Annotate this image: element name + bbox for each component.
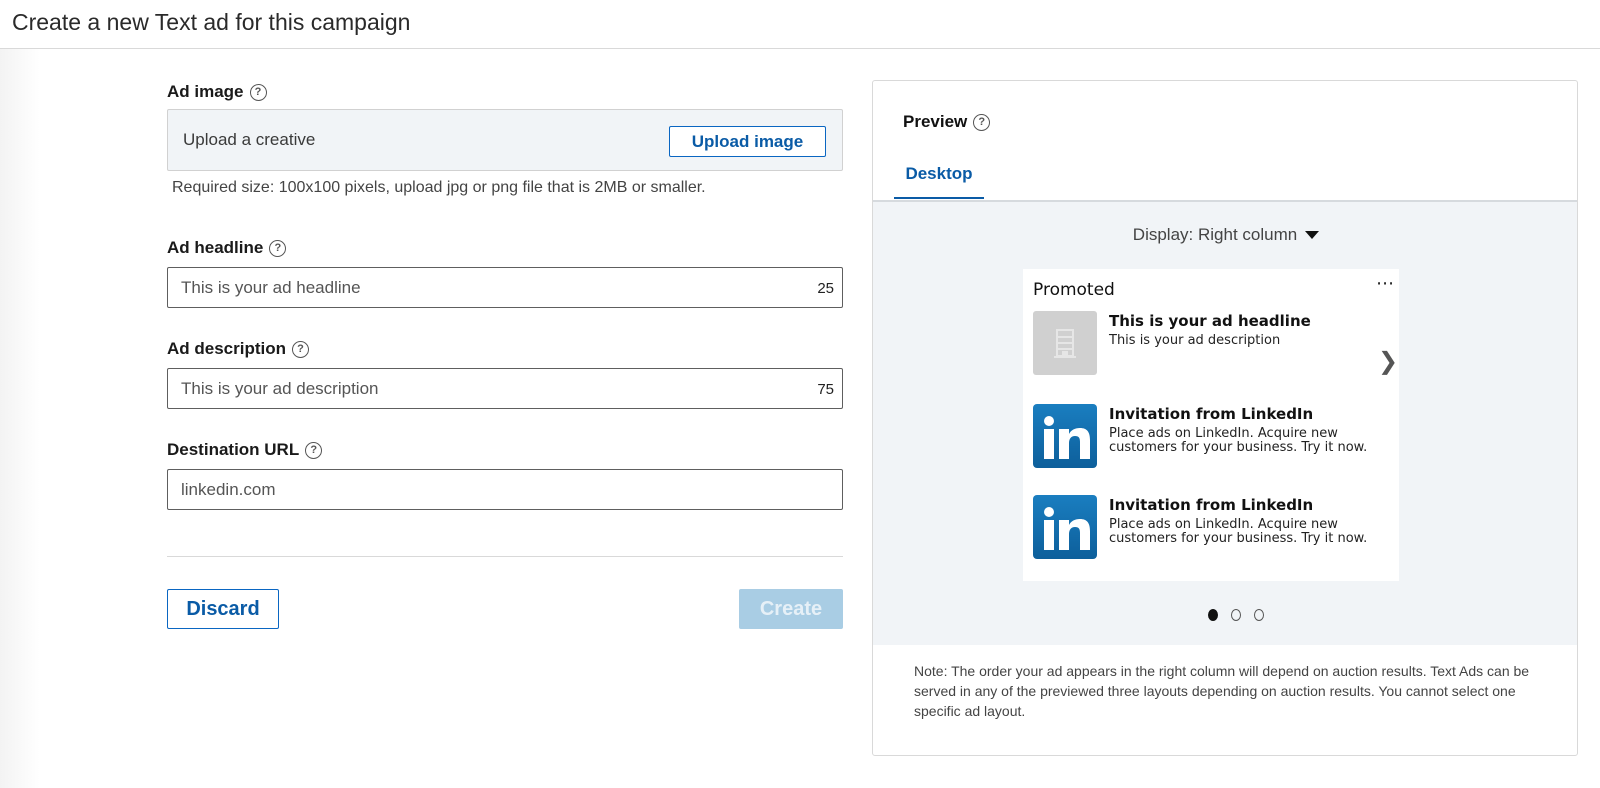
help-icon[interactable]: ? (249, 83, 267, 101)
chevron-right-icon[interactable]: ❯ (1378, 347, 1398, 375)
ad-description-placeholder: This is your ad description (181, 379, 379, 398)
left-gutter (0, 49, 40, 788)
create-button[interactable]: Create (739, 589, 843, 629)
ad-headline-char-count: 25 (817, 280, 834, 297)
destination-url-value: linkedin.com (181, 480, 276, 499)
pagination-dot-2[interactable] (1231, 609, 1241, 621)
ad-image-upload-box: Upload a creative Upload image (167, 109, 843, 171)
ad-description-group: Ad description ? This is your ad descrip… (167, 337, 843, 409)
building-placeholder-icon (1033, 311, 1097, 375)
ad-form: Ad image ? Upload a creative Upload imag… (167, 80, 843, 510)
ad-headline-label: Ad headline (167, 238, 264, 257)
ad-description-char-count: 75 (817, 381, 834, 398)
ad-description-input[interactable]: This is your ad description 75 (167, 368, 843, 409)
ad-headline-placeholder: This is your ad headline (181, 278, 361, 297)
ad-image-label-row: Ad image ? (167, 80, 843, 104)
ad-preview-item[interactable]: Invitation from LinkedIn Place ads on Li… (1033, 404, 1373, 468)
display-select[interactable]: Display: Right column (873, 225, 1577, 245)
ad-headline-group: Ad headline ? This is your ad headline 2… (167, 236, 843, 308)
ad-preview-card: Promoted ⋯ ❯ This is your ad headline Th… (1023, 269, 1399, 581)
caret-down-icon (1305, 231, 1320, 239)
ad-headline: Invitation from LinkedIn (1109, 496, 1314, 514)
ad-headline-label-row: Ad headline ? (167, 236, 843, 260)
tab-desktop[interactable]: Desktop (894, 161, 984, 199)
destination-url-input[interactable]: linkedin.com (167, 469, 843, 510)
auction-note: Note: The order your ad appears in the r… (914, 663, 1530, 719)
ad-text: Invitation from LinkedIn Place ads on Li… (1109, 404, 1375, 455)
ad-description: Place ads on LinkedIn. Acquire new custo… (1109, 517, 1368, 546)
display-select-value: Display: Right column (1132, 225, 1298, 244)
form-divider (167, 556, 843, 557)
layout-pagination (883, 609, 1577, 621)
discard-button[interactable]: Discard (167, 589, 279, 629)
ad-text: Invitation from LinkedIn Place ads on Li… (1109, 495, 1375, 546)
ad-image-label: Ad image (167, 82, 244, 101)
upload-prompt: Upload a creative (183, 130, 316, 149)
pagination-dot-3[interactable] (1254, 609, 1264, 621)
help-icon[interactable]: ? (973, 113, 991, 131)
help-icon[interactable]: ? (269, 239, 287, 257)
page-title: Create a new Text ad for this campaign (12, 9, 411, 35)
preview-panel: Preview ? Desktop Display: Right column … (872, 80, 1578, 756)
destination-url-label-row: Destination URL ? (167, 438, 843, 462)
ad-text: This is your ad headline This is your ad… (1109, 311, 1375, 348)
ad-preview-item[interactable]: Invitation from LinkedIn Place ads on Li… (1033, 495, 1373, 559)
ad-headline: Invitation from LinkedIn (1109, 405, 1314, 423)
pagination-dot-1[interactable] (1208, 609, 1218, 621)
ad-headline-input[interactable]: This is your ad headline 25 (167, 267, 843, 308)
preview-title-row: Preview ? (903, 112, 991, 132)
linkedin-logo-icon (1033, 404, 1097, 468)
linkedin-logo-icon (1033, 495, 1097, 559)
more-options-icon[interactable]: ⋯ (1376, 273, 1395, 294)
promoted-label: Promoted (1033, 280, 1115, 300)
ad-description-label-row: Ad description ? (167, 337, 843, 361)
preview-stage: Display: Right column Promoted ⋯ ❯ This … (873, 200, 1577, 645)
upload-image-button[interactable]: Upload image (669, 126, 826, 157)
destination-url-group: Destination URL ? linkedin.com (167, 438, 843, 510)
help-icon[interactable]: ? (292, 340, 310, 358)
ad-description: Place ads on LinkedIn. Acquire new custo… (1109, 426, 1368, 455)
ad-description: This is your ad description (1109, 333, 1281, 348)
preview-title: Preview (903, 112, 968, 131)
help-icon[interactable]: ? (305, 441, 323, 459)
destination-url-label: Destination URL (167, 440, 300, 459)
ad-description-label: Ad description (167, 339, 287, 358)
image-size-hint: Required size: 100x100 pixels, upload jp… (172, 179, 706, 196)
ad-headline: This is your ad headline (1109, 312, 1311, 330)
page-header: Create a new Text ad for this campaign (0, 0, 1600, 49)
